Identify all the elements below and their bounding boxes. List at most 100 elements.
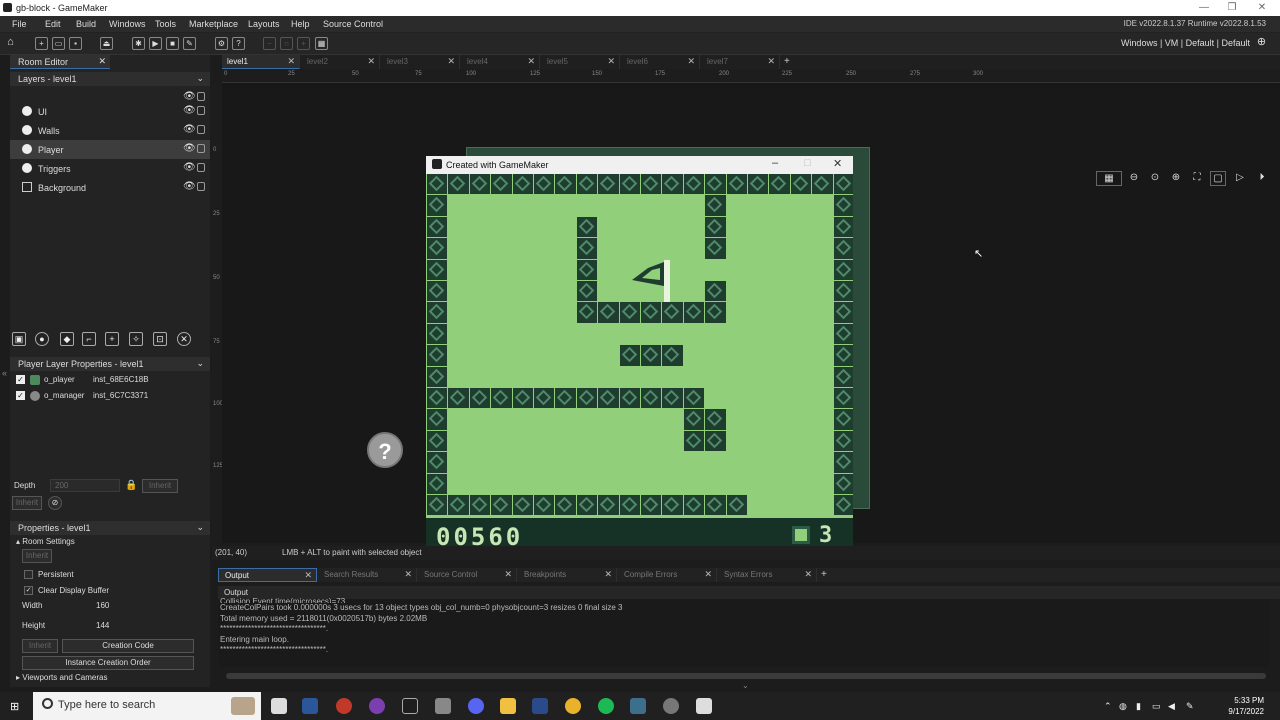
open-project-icon[interactable]: ▭: [52, 37, 65, 50]
layer-walls[interactable]: Walls 👁: [10, 121, 210, 140]
zoom-to-fit-icon[interactable]: ⛶: [1189, 171, 1205, 186]
add-background-layer-icon[interactable]: ▣: [12, 332, 26, 346]
add-asset-layer-icon[interactable]: ◆: [60, 332, 74, 346]
save-project-icon[interactable]: ▪: [69, 37, 82, 50]
run-icon[interactable]: ▶: [149, 37, 162, 50]
menu-marketplace[interactable]: Marketplace: [189, 19, 238, 29]
add-effect-layer-icon[interactable]: ✧: [129, 332, 143, 346]
tab-level4[interactable]: level4 ✕: [462, 55, 540, 69]
zoom-out-icon[interactable]: −: [263, 37, 276, 50]
tab-level3[interactable]: level3 ✕: [382, 55, 460, 69]
eye-icon[interactable]: 👁: [183, 105, 196, 116]
tab-level5[interactable]: level5 ✕: [542, 55, 620, 69]
close-tab-icon[interactable]: ✕: [687, 56, 695, 67]
close-tab-icon[interactable]: ✕: [767, 56, 775, 67]
debug-icon[interactable]: ✱: [132, 37, 145, 50]
effects-icon[interactable]: ⊘: [48, 496, 62, 510]
steam-big-picture-icon[interactable]: [630, 698, 646, 714]
eye-icon[interactable]: 👁: [183, 124, 196, 135]
lock-icon[interactable]: 🔒: [125, 480, 137, 491]
layer-background[interactable]: Background 👁: [10, 178, 210, 197]
help-bubble-icon[interactable]: ?: [367, 432, 403, 468]
tab-compile-errors[interactable]: Compile Errors ✕: [618, 568, 717, 582]
taskbar-clock[interactable]: 5:33 PM 9/17/2022: [1228, 695, 1264, 717]
red-app-icon[interactable]: [336, 698, 352, 714]
close-tab-icon[interactable]: ✕: [287, 56, 295, 67]
tab-source-control[interactable]: Source Control ✕: [418, 568, 517, 582]
clean-icon[interactable]: ✎: [183, 37, 196, 50]
collapse-output-icon[interactable]: ⌄: [742, 681, 749, 690]
delete-layer-icon[interactable]: ✕: [177, 332, 191, 346]
help-icon[interactable]: ?: [232, 37, 245, 50]
eye-icon[interactable]: 👁: [183, 162, 196, 173]
add-tab-icon[interactable]: +: [784, 56, 790, 67]
zoom-reset-icon[interactable]: ○: [280, 37, 293, 50]
tab-syntax-errors[interactable]: Syntax Errors ✕: [718, 568, 817, 582]
checkbox[interactable]: ✓: [16, 391, 25, 400]
close-tab-icon[interactable]: ✕: [504, 569, 512, 580]
properties-header[interactable]: Properties - level1 ⌄: [10, 521, 210, 535]
menu-edit[interactable]: Edit: [45, 19, 61, 29]
height-field[interactable]: 144: [96, 621, 109, 630]
github-app-icon[interactable]: [663, 698, 679, 714]
menu-tools[interactable]: Tools: [155, 19, 176, 29]
zoom-in-icon[interactable]: +: [297, 37, 310, 50]
layer-properties-header[interactable]: Player Layer Properties - level1 ⌄: [10, 357, 210, 371]
gamemaker-app-icon[interactable]: [402, 698, 418, 714]
lock-icon[interactable]: [197, 163, 205, 172]
chrome-app-icon[interactable]: [565, 698, 581, 714]
create-executable-icon[interactable]: ⏏: [100, 37, 113, 50]
tray-overflow-icon[interactable]: ⌃: [1104, 701, 1112, 712]
home-icon[interactable]: ⌂: [4, 37, 17, 50]
game-viewport[interactable]: [426, 174, 853, 518]
width-field[interactable]: 160: [96, 601, 109, 610]
checkbox[interactable]: ✓: [16, 375, 25, 384]
target-config[interactable]: Windows | VM | Default | Default: [1121, 38, 1250, 48]
game-minimize-button[interactable]: –: [772, 157, 778, 169]
inherit-creation-button[interactable]: Inherit: [22, 639, 58, 653]
tab-level2[interactable]: level2 ✕: [302, 55, 380, 69]
file-explorer-icon[interactable]: [500, 698, 516, 714]
layers-header[interactable]: Layers - level1 ⌄: [10, 72, 210, 86]
room-editor-tab[interactable]: Room Editor ✕: [10, 55, 110, 69]
new-project-icon[interactable]: +: [35, 37, 48, 50]
persistent-checkbox[interactable]: [24, 570, 33, 579]
eye-icon[interactable]: 👁: [183, 91, 196, 102]
tab-level1[interactable]: level1 ✕: [222, 55, 300, 69]
workspace-icon[interactable]: ▦: [315, 37, 328, 50]
zoom-in-icon[interactable]: ⊕: [1168, 171, 1184, 186]
lock-icon[interactable]: [197, 106, 205, 115]
play-animation-icon[interactable]: ▷: [1232, 171, 1248, 186]
gamemaker-ide-icon[interactable]: [696, 698, 712, 714]
windows-start-icon[interactable]: ⊞: [10, 700, 19, 713]
menu-windows[interactable]: Windows: [109, 19, 146, 29]
battery-icon[interactable]: ▭: [1152, 701, 1161, 712]
close-tab-icon[interactable]: ✕: [704, 569, 712, 580]
depth-inherit-button[interactable]: Inherit: [142, 479, 178, 493]
game-close-button[interactable]: ✕: [833, 157, 842, 170]
microphone-icon[interactable]: ▮: [1136, 701, 1141, 712]
game-runner-window[interactable]: Created with GameMaker – □ ✕ 00560 3: [426, 156, 853, 551]
close-tab-icon[interactable]: ✕: [607, 56, 615, 67]
output-horizontal-scrollbar[interactable]: [226, 673, 1266, 679]
taskbar-search[interactable]: Type here to search: [33, 692, 261, 720]
target-settings-icon[interactable]: ⊕: [1255, 37, 1268, 50]
tab-level6[interactable]: level6 ✕: [622, 55, 700, 69]
close-tab-icon[interactable]: ✕: [804, 569, 812, 580]
spotify-app-icon[interactable]: [598, 698, 614, 714]
lock-icon[interactable]: [197, 125, 205, 134]
menu-layouts[interactable]: Layouts: [248, 19, 280, 29]
menu-source-control[interactable]: Source Control: [323, 19, 383, 29]
close-tab-icon[interactable]: ✕: [447, 56, 455, 67]
close-button[interactable]: ✕: [1248, 0, 1276, 16]
menu-file[interactable]: File: [12, 19, 27, 29]
tab-level7[interactable]: level7 ✕: [702, 55, 780, 69]
settings-icon[interactable]: ⚙: [215, 37, 228, 50]
instance-row[interactable]: ✓ o_player inst_68E6C18B: [10, 372, 210, 388]
word-app-icon[interactable]: [302, 698, 318, 714]
layer-triggers[interactable]: Triggers 👁: [10, 159, 210, 178]
task-view-icon[interactable]: [271, 698, 287, 714]
close-icon[interactable]: ✕: [98, 56, 106, 67]
unity-app-icon[interactable]: [435, 698, 451, 714]
room-settings-toggle[interactable]: ▴ Room Settings: [16, 537, 75, 546]
